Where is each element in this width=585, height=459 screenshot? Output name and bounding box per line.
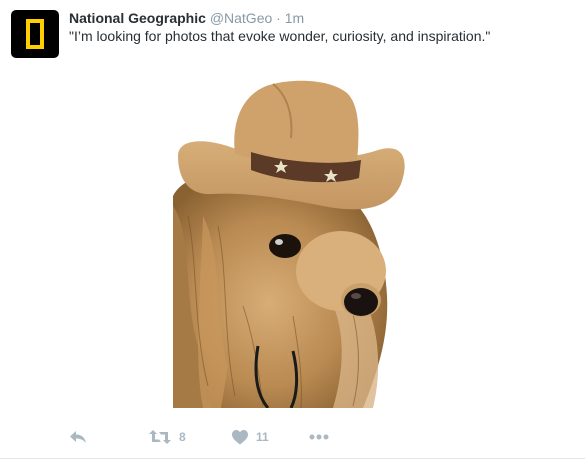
tweet-actions: 8 11 bbox=[69, 427, 369, 447]
tweet-time[interactable]: 1m bbox=[285, 10, 304, 26]
more-icon bbox=[309, 434, 329, 440]
more-button[interactable] bbox=[309, 427, 329, 447]
dog-cowboy-hat-image bbox=[173, 66, 413, 408]
meta-separator: · bbox=[276, 10, 281, 26]
retweet-icon bbox=[149, 430, 171, 444]
retweet-button[interactable]: 8 bbox=[149, 427, 186, 447]
author-handle[interactable]: @NatGeo bbox=[210, 10, 272, 26]
tweet: National Geographic @NatGeo · 1m "I’m lo… bbox=[0, 0, 585, 459]
author-name[interactable]: National Geographic bbox=[69, 10, 206, 26]
tweet-media-photo[interactable] bbox=[173, 66, 413, 408]
avatar[interactable] bbox=[11, 10, 59, 58]
tweet-header: National Geographic @NatGeo · 1m bbox=[69, 9, 304, 27]
natgeo-logo-icon bbox=[26, 19, 44, 49]
reply-icon bbox=[70, 431, 86, 443]
tweet-text: "I’m looking for photos that evoke wonde… bbox=[69, 28, 491, 44]
reply-button[interactable] bbox=[69, 427, 87, 447]
retweet-count: 8 bbox=[179, 430, 186, 444]
heart-icon bbox=[232, 429, 248, 444]
like-count: 11 bbox=[256, 430, 269, 444]
like-button[interactable]: 11 bbox=[232, 427, 269, 447]
